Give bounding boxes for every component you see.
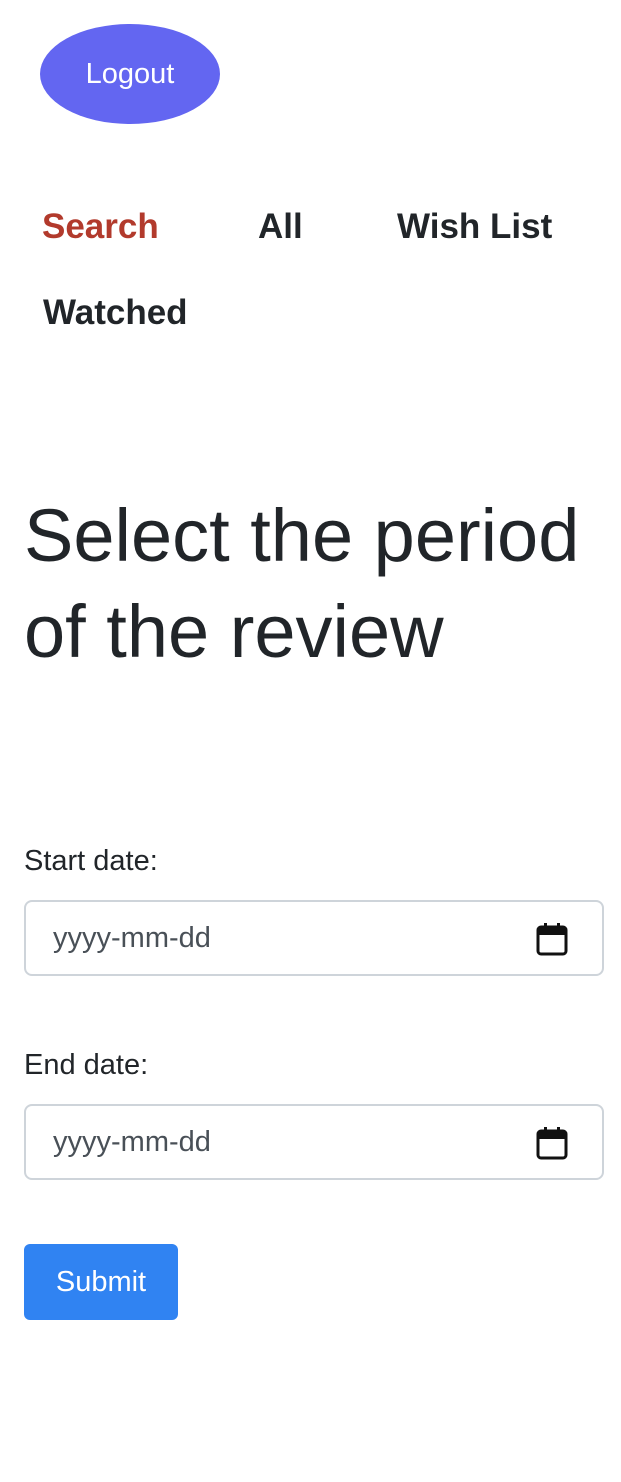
logout-button[interactable]: Logout: [40, 24, 220, 124]
end-date-placeholder: yyyy-mm-dd: [53, 1126, 211, 1158]
calendar-icon[interactable]: [536, 1126, 568, 1160]
start-date-label: Start date:: [24, 845, 158, 877]
nav-item-wish-list[interactable]: Wish List: [397, 207, 552, 247]
start-date-input[interactable]: yyyy-mm-dd: [24, 900, 604, 976]
nav-item-watched[interactable]: Watched: [43, 293, 188, 333]
page-title: Select the period of the review: [24, 494, 580, 673]
calendar-icon[interactable]: [536, 922, 568, 956]
end-date-label: End date:: [24, 1049, 149, 1081]
nav-item-search[interactable]: Search: [42, 207, 159, 247]
start-date-placeholder: yyyy-mm-dd: [53, 922, 211, 954]
nav-item-all[interactable]: All: [258, 207, 303, 247]
submit-button[interactable]: Submit: [24, 1244, 178, 1320]
end-date-input[interactable]: yyyy-mm-dd: [24, 1104, 604, 1180]
